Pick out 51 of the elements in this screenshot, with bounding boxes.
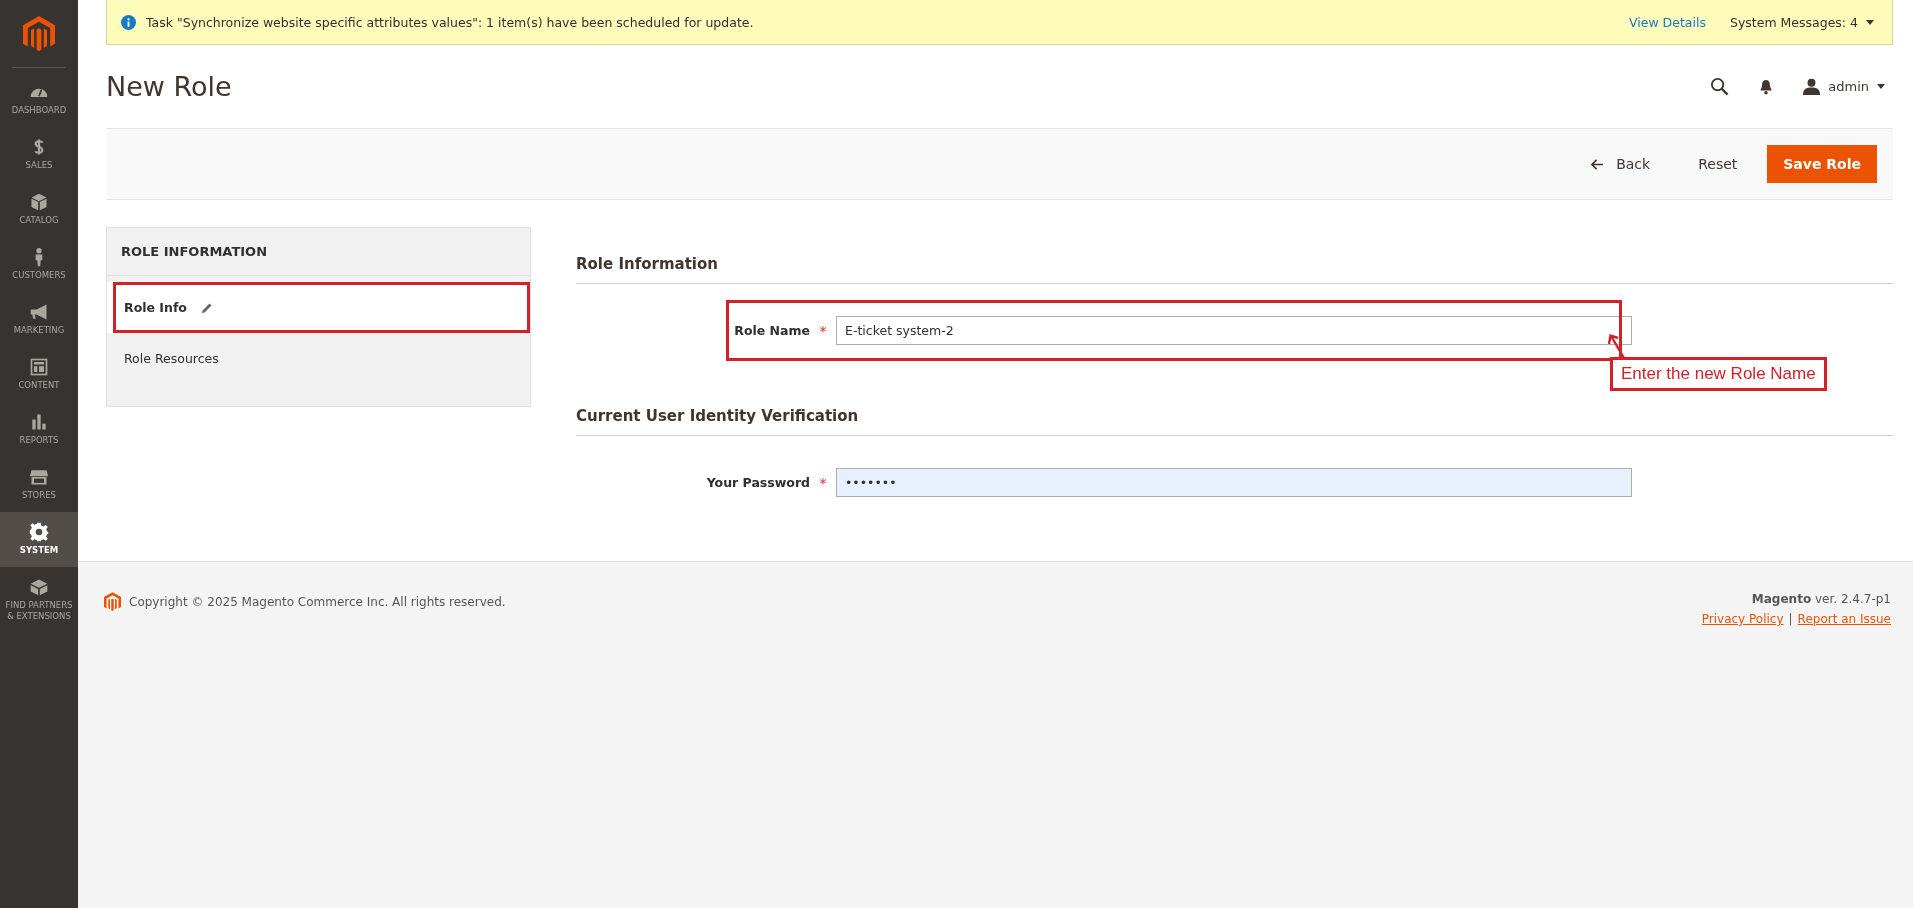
separator: |: [1788, 612, 1793, 626]
info-icon: [121, 14, 136, 30]
reset-button[interactable]: Reset: [1680, 148, 1756, 180]
user-icon: [1803, 78, 1821, 95]
text-input-field[interactable]: E-ticket system-2: [836, 316, 1632, 345]
sidebar-menu-item[interactable]: CUSTOMERS: [0, 237, 78, 292]
required-asterisk: *: [818, 322, 828, 339]
notification-message: Task "Synchronize website specific attributes values": 1 item(s) have been scheduled for update.: [146, 14, 755, 30]
version-text: Magento ver. 2.4.7-p1: [1751, 592, 1891, 606]
field-label: Your Password: [705, 475, 810, 490]
settings-icon: [29, 522, 49, 542]
logo-icon: [104, 592, 121, 612]
tab-link[interactable]: Role Resources: [107, 333, 530, 384]
tab-link[interactable]: Role Info: [107, 282, 530, 333]
section-title: Current User Identity Verification: [576, 407, 1893, 436]
copyright-text: Copyright © 2025 Magento Commerce Inc. All rights reserved.: [129, 595, 506, 609]
sidebar-menu-item[interactable]: MARKETING: [0, 292, 78, 347]
sidebar-menu-item[interactable]: STORES: [0, 457, 78, 512]
panel-title: ROLE INFORMATION: [107, 228, 530, 276]
bell-icon[interactable]: [1759, 78, 1774, 95]
view-details-link[interactable]: View Details: [1629, 14, 1706, 30]
text-input-field[interactable]: •••••••: [836, 468, 1632, 497]
box-icon: [29, 192, 49, 212]
sidebar-menu-item[interactable]: SALES: [0, 127, 78, 182]
left-arrow-icon: [1591, 158, 1605, 170]
sidebar-menu-item[interactable]: CONTENT: [0, 347, 78, 402]
sidebar-menu-item[interactable]: SYSTEM: [0, 512, 78, 567]
save-role-button[interactable]: Save Role: [1767, 145, 1877, 183]
layout-icon: [29, 357, 49, 377]
sidebar-menu-item[interactable]: REPORTS: [0, 402, 78, 457]
field-label: Role Name: [733, 323, 810, 338]
footer-link[interactable]: Privacy Policy: [1701, 612, 1784, 626]
bar-chart-icon: [29, 412, 49, 432]
admin-user-menu[interactable]: admin: [1803, 78, 1885, 95]
page-title: New Role: [106, 71, 232, 102]
section-title: Role Information: [576, 255, 1893, 284]
megaphone-icon: [29, 302, 49, 322]
sidebar-menu-item[interactable]: CATALOG: [0, 182, 78, 237]
sidebar-menu-item[interactable]: FIND PARTNERS & EXTENSIONS: [0, 567, 78, 632]
caret-icon: [1877, 84, 1885, 89]
back-button[interactable]: Back: [1573, 148, 1669, 180]
caret-icon: [1866, 19, 1874, 25]
footer-link[interactable]: Report an Issue: [1797, 612, 1891, 626]
annotation-callout: Enter the new Role Name: [1610, 357, 1827, 391]
required-asterisk: *: [818, 474, 828, 491]
search-icon[interactable]: [1710, 77, 1730, 96]
system-messages-dropdown[interactable]: System Messages: 4: [1725, 14, 1878, 30]
logo-icon[interactable]: [23, 16, 55, 53]
brick-icon: [29, 577, 49, 597]
storefront-icon: [29, 467, 49, 487]
sidebar-menu-item[interactable]: DASHBOARD: [0, 72, 78, 127]
